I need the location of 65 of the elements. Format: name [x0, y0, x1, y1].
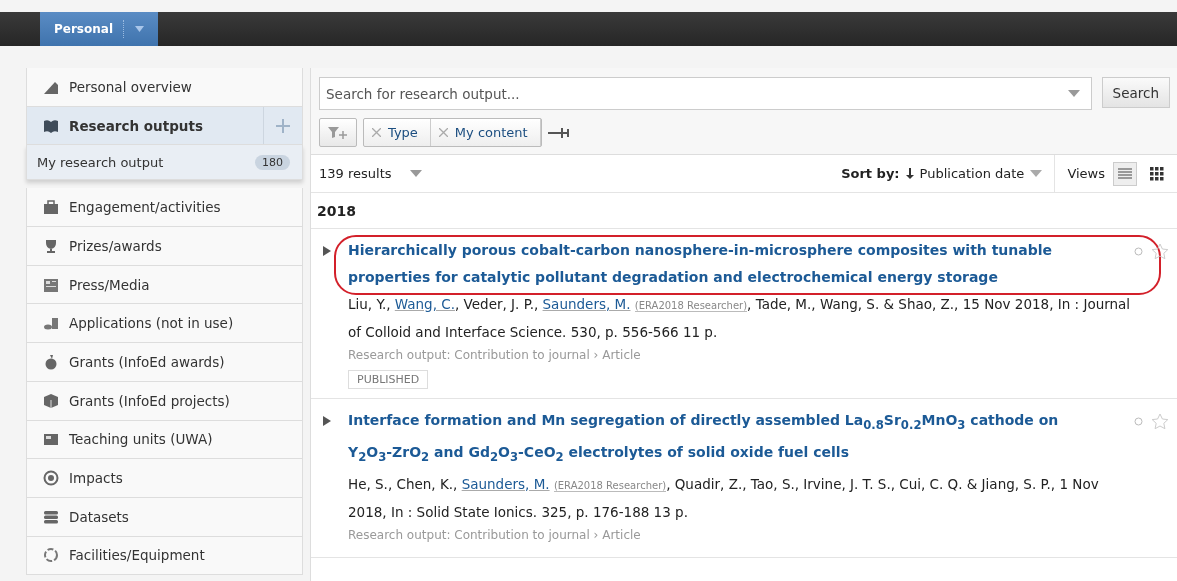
sidebar-item[interactable]: Personal overview [26, 68, 303, 107]
sort-descending-icon [905, 168, 914, 179]
expand-arrow-icon[interactable] [323, 246, 331, 256]
sidebar-item[interactable]: Grants (InfoEd projects) [26, 381, 303, 421]
sidebar-item-icon [43, 508, 59, 525]
sidebar-item[interactable]: Prizes/awards [26, 227, 303, 266]
sidebar-item-icon [43, 237, 59, 254]
search-button[interactable]: Search [1101, 77, 1170, 108]
circle-icon[interactable] [1134, 247, 1143, 256]
list-view-button[interactable] [1113, 161, 1137, 186]
sidebar-item[interactable]: Press/Media [26, 265, 303, 305]
sidebar-item-icon [43, 315, 59, 332]
year-heading: 2018 [311, 193, 1177, 229]
grid-icon [1150, 166, 1164, 181]
citation-text: Liu, Y., Wang, C., Veder, J. P., Saunders, M. (ERA2018 Researcher), Tade, M., Wang, S. & Shao, Z., 15 Nov 2018, In : Journal of Colloid and Interface Science. 530, p. 556-566 11 p. [347, 295, 1132, 342]
sidebar-item[interactable]: Applications (not in use) [26, 304, 303, 344]
personal-tab[interactable]: Personal [40, 12, 158, 46]
expand-arrow-icon[interactable] [323, 416, 331, 426]
sidebar-item-icon [43, 117, 59, 134]
sidebar-item-icon [43, 431, 59, 448]
output-type: Research output: Contribution to journal › Article [347, 347, 642, 364]
sidebar-item-icon [43, 470, 59, 487]
sidebar-item[interactable]: Grants (InfoEd awards) [26, 343, 303, 382]
sidebar-item[interactable]: Facilities/Equipment [26, 536, 303, 576]
sidebar-item-icon [43, 199, 59, 216]
sidebar-item[interactable]: Research outputs [26, 106, 303, 146]
dropdown-caret-icon[interactable] [1030, 170, 1043, 177]
add-filter-button[interactable] [319, 118, 357, 147]
remove-icon[interactable] [372, 128, 381, 137]
author-link[interactable]: Saunders, M. [542, 296, 631, 312]
sidebar-item-icon [43, 547, 59, 564]
pin-icon[interactable] [547, 126, 570, 139]
search-field[interactable]: Search for research output... [319, 77, 1092, 110]
result-title-link[interactable]: Interface formation and Mn segregation of directly assembled La$_{0.8}$Sr$_{0.2}$MnO$_{3}$ cathode on Y$_{2}$O$_{3}$-ZrO$_{2}$ and Gd$_{2}$O$_{3}$-CeO$_{2}$ electrolytes of solid oxide fuel cells [348, 407, 1078, 471]
filter-chip[interactable]: Type [364, 119, 431, 146]
count-badge: 180 [255, 154, 290, 170]
author-link[interactable]: Wang, C. [394, 296, 455, 312]
results-count: 139 results [319, 166, 392, 181]
circle-icon[interactable] [1134, 417, 1143, 426]
sidebar-item[interactable]: Teaching units (UWA) [26, 420, 303, 460]
filter-chip[interactable]: My content [430, 119, 541, 146]
sidebar-item-icon [43, 353, 59, 370]
output-type: Research output: Contribution to journal › Article [347, 526, 642, 544]
dropdown-caret-icon[interactable] [409, 170, 422, 177]
sort-dropdown[interactable]: Publication date [919, 166, 1025, 181]
dropdown-caret-icon[interactable] [1067, 90, 1080, 97]
views-label: Views [1067, 166, 1105, 181]
sort-label: Sort by: [841, 166, 900, 181]
sidebar-item[interactable]: Engagement/activities [26, 188, 303, 228]
sidebar-item-icon [43, 276, 59, 293]
sidebar-subitem[interactable]: My research output 180 [26, 145, 303, 181]
filter-add-icon [328, 125, 348, 140]
star-icon[interactable] [1151, 413, 1169, 430]
status-label: PUBLISHED [348, 370, 429, 389]
citation-text: He, S., Chen, K., Saunders, M. (ERA2018 Researcher), Quadir, Z., Tao, S., Irvine, J. T. S., Cui, C. Q. & Jiang, S. P., 1 Nov 2018, In : Solid State Ionics. 325, p. 176-188 13 p. [347, 474, 1100, 522]
list-icon [1118, 167, 1132, 180]
caret-icon [135, 26, 144, 32]
sidebar-item[interactable]: Impacts [26, 459, 303, 498]
sidebar-item[interactable]: Datasets [26, 497, 303, 537]
star-icon[interactable] [1151, 243, 1169, 260]
author-link[interactable]: Saunders, M. [461, 475, 550, 492]
sidebar-item-icon [43, 392, 59, 409]
result-title-link[interactable]: Hierarchically porous cobalt-carbon nanosphere-in-microsphere composites with tunable properties for catalytic pollutant degradation and electrochemical energy storage [348, 237, 1078, 291]
remove-icon[interactable] [438, 128, 448, 137]
add-icon[interactable] [276, 118, 290, 133]
